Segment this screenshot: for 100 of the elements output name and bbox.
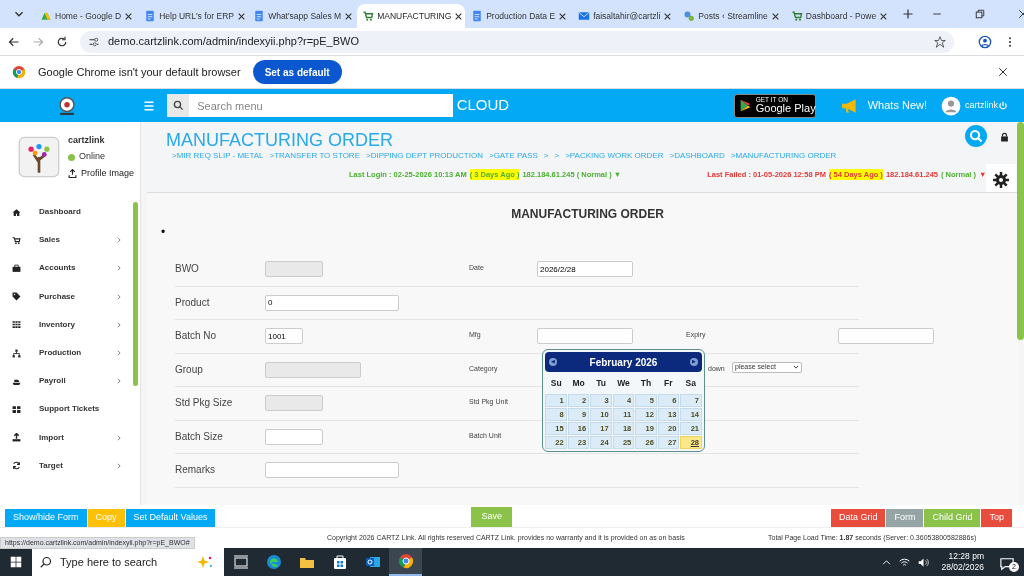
chrome-icon [12,65,26,79]
site-settings-icon[interactable] [88,35,100,48]
infobar-message: Google Chrome isn't your default browser [38,64,241,80]
search-placeholder: Type here to search [60,554,159,570]
chrome-icon [397,553,414,569]
search-icon [40,556,52,568]
input-field[interactable] [537,328,633,344]
tab-title: What'sapp Sales M [268,9,342,23]
weekday-label: We [616,376,631,390]
sidebar-label: Purchase [39,290,77,303]
notification-icon[interactable] [1000,557,1014,571]
avatar-icon[interactable] [941,95,961,116]
briefcase-icon [12,263,21,273]
search-icon[interactable] [965,125,987,147]
badge-title: Google Play [755,103,816,115]
lock-icon[interactable] [1000,132,1009,142]
browser-tab[interactable]: Dashboard - Powe [785,4,894,28]
sidebar-label: Import [39,431,65,444]
sitemap-icon [12,348,21,358]
sidebar-label: Support Tickets [39,403,101,416]
browser-tab[interactable]: Help URL's for ERP [139,4,248,28]
sidebar-item[interactable]: Payroll [0,367,132,396]
sidebar-item[interactable]: Dashboard [0,198,132,227]
volume-icon[interactable] [918,556,930,568]
sidebar-label: Target [39,459,64,472]
browser-tab[interactable]: Posts ‹ Streamline [678,4,785,28]
cart-icon [362,10,375,22]
task-view-icon [232,554,249,570]
set-default-button[interactable]: Set as default [252,60,342,84]
sidebar-item[interactable]: Production [0,338,132,368]
address-bar[interactable]: demo.cartzlink.com/admin/indexyii.php?r=pE_BWO [80,30,954,53]
chevron-right-icon [116,237,122,244]
clock-date[interactable]: 28/02/2026 [941,562,984,573]
sidebar-label: Sales [39,234,61,247]
input-field[interactable] [265,428,323,445]
input-field[interactable]: 1001 [265,328,303,344]
calendar-title: February 2026 [589,355,658,370]
tab-title: Dashboard - Powe [805,9,877,23]
outlook-icon [364,554,381,570]
cloud-label: CLOUD [456,95,510,116]
sidebar-item[interactable]: Import [0,423,132,452]
input-field[interactable] [265,462,399,478]
field-label: Group [175,362,204,377]
document-icon [253,10,266,22]
sidebar-label: Payroll [39,375,67,388]
input-field[interactable] [838,328,934,344]
new-tab-icon[interactable] [902,8,915,20]
sidebar-item[interactable]: Sales [0,226,132,255]
chevron-right-icon [116,293,122,300]
weekday-label: Su [549,376,563,390]
profile-image-link[interactable]: Profile Image [68,166,135,181]
taskbar-app[interactable] [389,548,422,576]
search-button[interactable] [167,94,190,117]
clock-time[interactable]: 12:28 pm [948,551,984,562]
tab-title: Production Data E [486,9,556,23]
sidebar-label: Accounts [39,262,77,275]
account-icon[interactable] [978,34,992,49]
settings-icon [993,172,1009,188]
sidebar-item[interactable]: Inventory [0,310,132,339]
back-icon[interactable] [8,35,20,48]
menu-icon[interactable] [143,99,156,112]
action-button[interactable]: Data Grid [830,509,886,527]
browser-tab[interactable]: What'sapp Sales M [248,4,357,28]
weekday-label: Th [639,376,653,390]
page-scrollbar[interactable] [1017,122,1024,340]
action-button[interactable]: Top [981,509,1012,527]
store-icon [331,554,348,570]
browser-tab[interactable]: MANUFACTURING [357,4,466,28]
document-icon [144,10,157,22]
chevron-up-icon[interactable] [882,557,892,567]
search-field[interactable]: Search menu [189,94,453,117]
weekday-label: Mo [571,376,586,390]
chevron-right-icon [116,378,122,385]
windows-icon[interactable] [10,556,22,568]
chevron-down-icon [793,364,799,370]
drive-icon [40,10,52,22]
sidebar-item[interactable]: Accounts [0,254,132,283]
sidebar-item[interactable]: Target [0,451,132,480]
page-title: MANUFACTURING ORDER [166,130,393,150]
star-icon[interactable] [934,35,946,48]
input-field[interactable]: 2026/2/28 [537,261,633,277]
taskbar-search-field[interactable]: Type here to search [32,548,224,576]
restore-icon[interactable] [975,9,986,19]
browser-tab[interactable]: Production Data E [466,4,573,28]
ticket-icon [12,404,21,414]
chevron-right-icon [116,434,122,441]
grid-icon [12,320,21,330]
sidebar-item[interactable]: Support Tickets [0,395,132,424]
sidebar-label: Inventory [39,318,76,331]
reload-icon[interactable] [56,35,68,48]
edge-icon [265,554,282,570]
field-label: Std Pkg Size [175,396,234,410]
browser-tab[interactable]: faisaltahir@cartzli [573,4,678,28]
wifi-icon[interactable] [899,556,911,568]
bullet-mark: • [161,225,167,239]
sidebar-item[interactable]: Purchase [0,282,132,311]
weekday-label: Sa [684,376,697,390]
chevron-right-icon [116,462,122,469]
input-field[interactable]: 0 [265,294,399,311]
browser-tab[interactable]: Home - Google D [35,4,139,28]
